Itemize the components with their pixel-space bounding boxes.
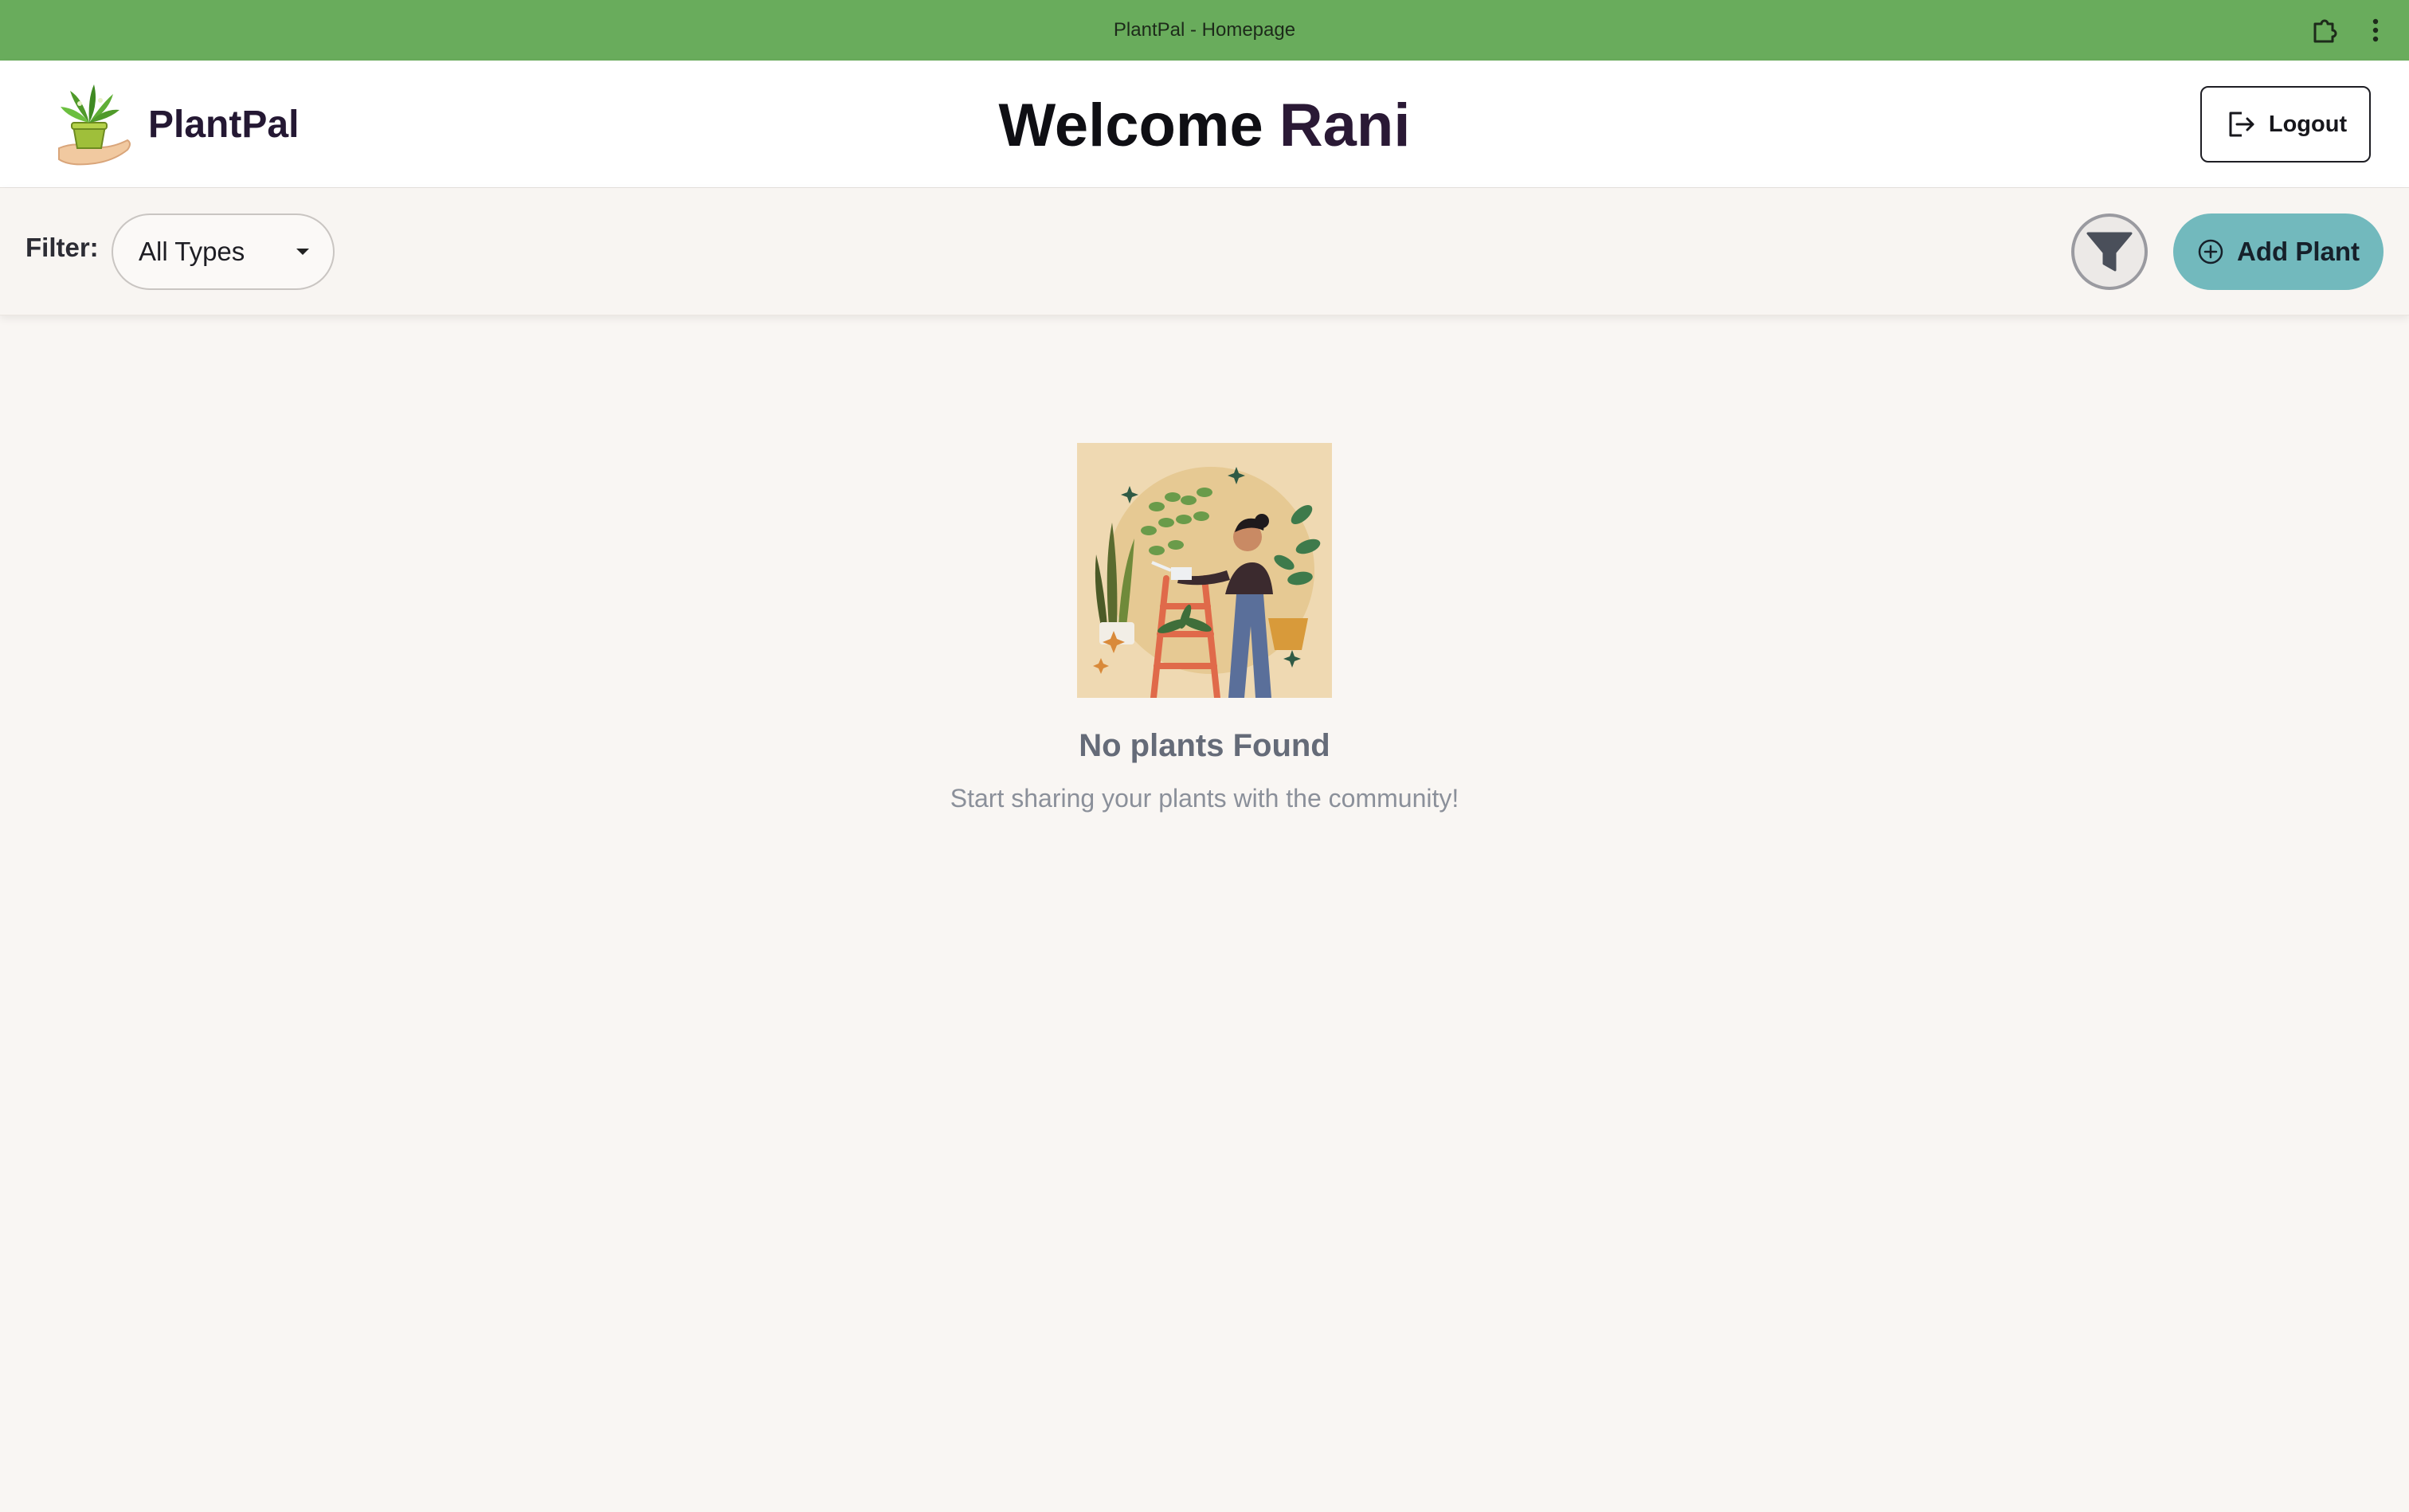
type-filter-select[interactable]: All Types xyxy=(112,213,335,290)
filter-label: Filter: xyxy=(25,233,99,262)
logout-button[interactable]: Logout xyxy=(2200,86,2371,163)
logout-label: Logout xyxy=(2268,111,2348,137)
funnel-icon xyxy=(2086,232,2133,272)
filter-button[interactable] xyxy=(2071,213,2148,290)
page-title: Welcome Rani xyxy=(0,91,2409,160)
add-plant-button[interactable]: Add Plant xyxy=(2173,213,2384,290)
filter-bar: Filter: All Types Add Plant xyxy=(0,188,2409,315)
add-plant-label: Add Plant xyxy=(2237,237,2360,266)
plus-circle-icon xyxy=(2198,239,2223,264)
username: Rani xyxy=(1279,92,1411,159)
empty-state-subtitle: Start sharing your plants with the commu… xyxy=(950,784,1459,813)
type-filter-value: All Types xyxy=(139,237,245,266)
logout-icon xyxy=(2229,112,2254,137)
kebab-menu-icon[interactable] xyxy=(2360,14,2391,46)
person-watering-plants-illustration xyxy=(1077,443,1332,698)
browser-title-bar: PlantPal - Homepage xyxy=(0,0,2409,61)
puzzle-icon[interactable] xyxy=(2309,14,2340,46)
app-header: PlantPal Welcome Rani Logout xyxy=(0,61,2409,188)
empty-state-title: No plants Found xyxy=(1079,728,1330,763)
caret-down-icon xyxy=(296,249,309,255)
browser-tab-title: PlantPal - Homepage xyxy=(1113,19,1296,41)
welcome-prefix: Welcome xyxy=(998,92,1263,159)
